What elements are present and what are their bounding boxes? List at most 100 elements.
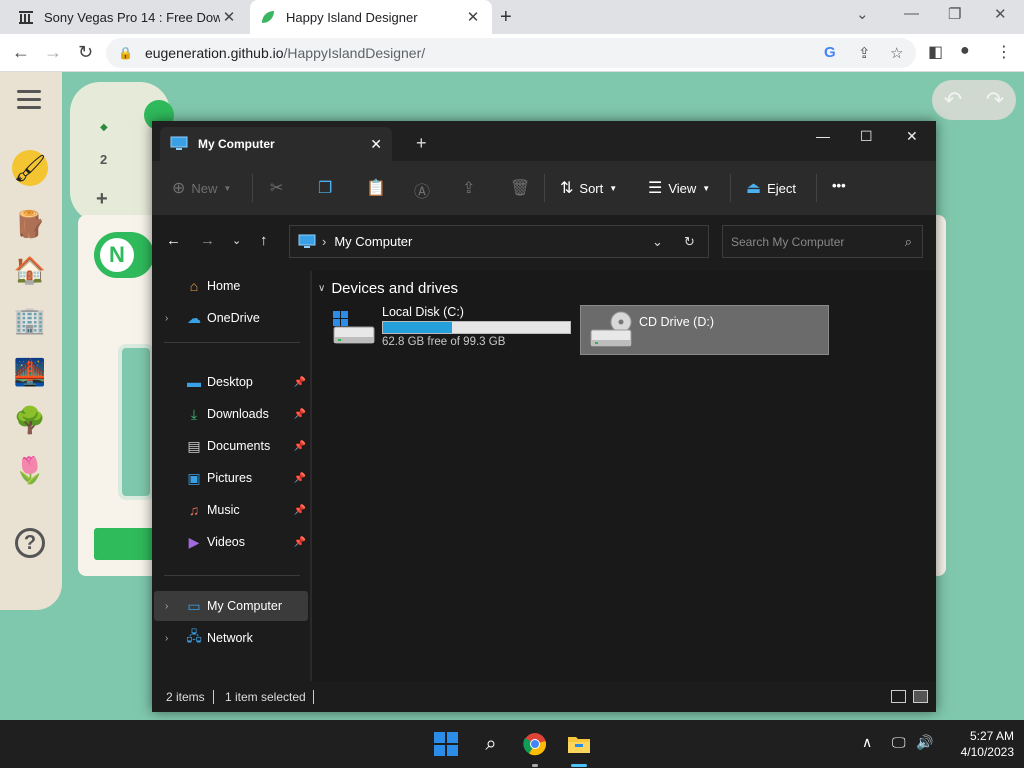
pin-icon[interactable]: 📌 [294, 377, 306, 388]
explorer-tab[interactable]: My Computer ✕ [160, 127, 392, 161]
nook-logo: N [94, 232, 154, 278]
nav-item-onedrive[interactable]: › ☁ OneDrive [154, 303, 308, 333]
pin-icon[interactable]: 📌 [294, 441, 306, 452]
drive-usage-fill [383, 322, 452, 333]
sort-button[interactable]: ⇅ Sort ▼ [560, 178, 617, 198]
chevron-right-icon[interactable]: › [165, 633, 168, 644]
more-options-button[interactable]: ••• [832, 178, 846, 193]
system-clock[interactable]: 5:27 AM 4/10/2023 [944, 728, 1014, 760]
back-icon[interactable]: ← [12, 42, 30, 63]
start-windows-icon[interactable] [430, 728, 462, 760]
nav-item-documents[interactable]: ▤ Documents 📌 [154, 431, 308, 461]
drive-cd-d[interactable]: CD Drive (D:) [580, 305, 829, 355]
file-explorer-icon[interactable] [563, 728, 595, 760]
nav-item-desktop[interactable]: ▬ Desktop 📌 [154, 367, 308, 397]
back-icon[interactable]: ← [166, 232, 181, 249]
search-icon[interactable]: ⌕ [475, 728, 507, 760]
new-button[interactable]: ⊕ New ▼ [172, 178, 231, 198]
search-input[interactable]: Search My Computer ⌕ [722, 225, 923, 258]
bookmark-star-icon[interactable]: ☆ [890, 44, 903, 62]
nav-item-my-computer[interactable]: › ▭ My Computer [154, 591, 308, 621]
green-action-button[interactable] [94, 528, 154, 560]
view-button[interactable]: ☰ View ▼ [648, 178, 710, 198]
pin-icon[interactable]: 📌 [294, 409, 306, 420]
paste-icon[interactable]: 📋 [366, 178, 392, 198]
view-icon: ☰ [648, 180, 663, 197]
tulip-icon[interactable]: 🌷 [12, 452, 48, 488]
chevron-up-icon[interactable]: ∧ [862, 734, 872, 751]
chevron-right-icon[interactable]: › [165, 313, 168, 324]
network-tray-icon[interactable]: 🖵 [892, 734, 906, 751]
reload-icon[interactable]: ↻ [78, 42, 93, 63]
nav-item-videos[interactable]: ▶ Videos 📌 [154, 527, 308, 557]
new-tab-button[interactable]: + [416, 133, 427, 154]
tiles-view-icon[interactable] [913, 690, 928, 703]
share-icon[interactable]: ⇪ [462, 178, 481, 198]
cloud-icon: ☁ [187, 309, 201, 326]
delete-icon[interactable]: 🗑 [510, 178, 536, 198]
nav-item-home[interactable]: ⌂ Home [154, 271, 308, 301]
building-icon[interactable]: 🏢 [12, 302, 48, 338]
nav-item-network[interactable]: › 🖧 Network [154, 623, 308, 653]
browser-toolbar: ← → ↻ 🔒 eugeneration.github.io/HappyIsla… [0, 34, 1024, 72]
profile-icon[interactable]: ● [960, 42, 970, 60]
tab-search-icon[interactable]: ⌄ [856, 5, 869, 23]
chevron-down-icon[interactable]: ⌄ [652, 234, 663, 250]
forward-icon[interactable]: → [200, 232, 215, 249]
up-icon[interactable]: ↑ [260, 232, 268, 249]
details-view-icon[interactable] [891, 690, 906, 703]
computer-icon [170, 136, 188, 150]
rename-icon[interactable]: Ⓐ [414, 178, 436, 202]
nav-item-music[interactable]: ♫ Music 📌 [154, 495, 308, 525]
restore-icon[interactable]: ❐ [948, 5, 961, 23]
item-count: 2 items [166, 690, 205, 704]
new-tab-button[interactable]: + [500, 6, 512, 29]
cut-icon[interactable]: ✂ [270, 178, 289, 198]
nav-item-pictures[interactable]: ▣ Pictures 📌 [154, 463, 308, 493]
computer-icon [298, 234, 316, 248]
hamburger-menu-icon[interactable] [17, 90, 41, 114]
share-icon[interactable]: ⇪ [858, 44, 871, 62]
group-header-devices[interactable]: ∨ Devices and drives [318, 280, 458, 297]
chevron-right-icon[interactable]: › [165, 601, 168, 612]
eject-button[interactable]: ⏏ Eject [746, 178, 796, 198]
tree-icon[interactable]: 🌳 [12, 402, 48, 438]
pin-icon[interactable]: 📌 [294, 537, 306, 548]
minimize-icon[interactable]: — [816, 128, 830, 144]
help-icon[interactable]: ? [15, 528, 45, 558]
address-bar[interactable]: 🔒 eugeneration.github.io/HappyIslandDesi… [106, 38, 916, 68]
close-tab-icon[interactable]: ✕ [370, 136, 382, 153]
close-tab-icon[interactable]: ✕ [464, 8, 482, 26]
browser-tab-sony-vegas[interactable]: Sony Vegas Pro 14 : Free Downlo ✕ [8, 0, 248, 34]
side-panel-icon[interactable]: ◧ [928, 42, 943, 62]
nav-item-downloads[interactable]: ⤓ Downloads 📌 [154, 399, 308, 429]
browser-tab-happy-island[interactable]: Happy Island Designer ✕ [250, 0, 492, 34]
download-icon: ⤓ [190, 405, 198, 422]
google-lens-icon[interactable]: G [824, 44, 836, 61]
menu-kebab-icon[interactable]: ⋮ [996, 42, 1012, 62]
undo-icon[interactable]: ↶ [944, 87, 962, 113]
address-box[interactable]: › My Computer ⌄ ↻ [289, 225, 709, 258]
maximize-icon[interactable]: ☐ [860, 128, 873, 145]
house-icon[interactable]: 🏠 [12, 252, 48, 288]
pin-icon[interactable]: 📌 [294, 473, 306, 484]
close-tab-icon[interactable]: ✕ [220, 8, 238, 26]
log-icon[interactable]: 🪵 [12, 206, 48, 242]
address-crumb[interactable]: My Computer [334, 234, 412, 249]
volume-icon[interactable]: 🔊 [916, 734, 933, 751]
add-icon[interactable]: + [96, 188, 108, 211]
chrome-icon[interactable] [519, 728, 551, 760]
recent-locations-icon[interactable]: ⌄ [232, 234, 241, 247]
minimize-icon[interactable]: — [904, 5, 919, 22]
refresh-icon[interactable]: ↻ [684, 234, 695, 250]
status-bar: 2 items 1 item selected [152, 681, 936, 712]
bridge-icon[interactable]: 🌉 [12, 354, 48, 390]
forward-icon[interactable]: → [44, 42, 62, 63]
redo-icon[interactable]: ↷ [986, 87, 1004, 113]
pin-icon[interactable]: 📌 [294, 505, 306, 516]
close-window-icon[interactable]: ✕ [994, 5, 1007, 23]
close-window-icon[interactable]: ✕ [906, 128, 918, 145]
copy-icon[interactable]: ❐ [318, 178, 338, 198]
drive-local-disk-c[interactable]: Local Disk (C:) 62.8 GB free of 99.3 GB [324, 303, 574, 353]
paint-brush-icon[interactable]: 🖌 [12, 150, 48, 186]
